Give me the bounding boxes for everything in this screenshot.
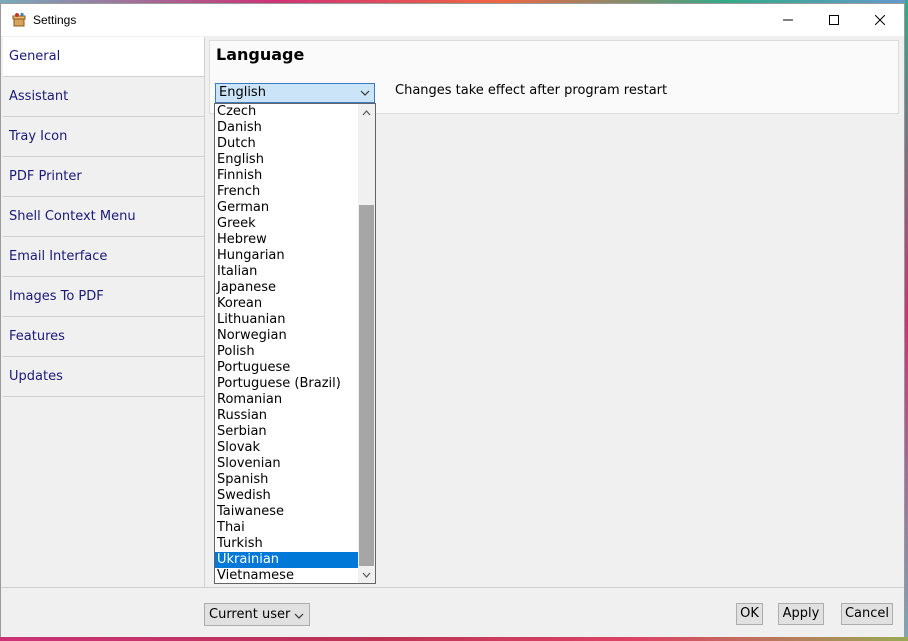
sidebar-item-images-to-pdf[interactable]: Images To PDF: [3, 277, 204, 317]
window-title: Settings: [33, 13, 77, 27]
language-option[interactable]: Japanese: [215, 280, 358, 296]
language-option[interactable]: Taiwanese: [215, 504, 358, 520]
scroll-up-button[interactable]: [358, 104, 375, 121]
language-option[interactable]: Romanian: [215, 392, 358, 408]
language-option[interactable]: Slovenian: [215, 456, 358, 472]
title-bar[interactable]: Settings: [1, 4, 904, 36]
language-option[interactable]: Greek: [215, 216, 358, 232]
sidebar-item-general[interactable]: General: [3, 37, 204, 77]
language-option[interactable]: Serbian: [215, 424, 358, 440]
close-icon: [875, 15, 885, 25]
language-option[interactable]: Polish: [215, 344, 358, 360]
app-logo-icon: [11, 12, 27, 28]
sidebar-item-email-interface[interactable]: Email Interface: [3, 237, 204, 277]
desktop-background-bottom: [0, 637, 908, 641]
language-option[interactable]: Czech: [215, 104, 358, 120]
cancel-button[interactable]: Cancel: [841, 603, 893, 625]
language-option[interactable]: English: [215, 152, 358, 168]
language-option[interactable]: Swedish: [215, 488, 358, 504]
language-option[interactable]: Spanish: [215, 472, 358, 488]
sidebar-item-tray-icon[interactable]: Tray Icon: [3, 117, 204, 157]
sidebar-item-features[interactable]: Features: [3, 317, 204, 357]
language-option[interactable]: Italian: [215, 264, 358, 280]
language-option[interactable]: French: [215, 184, 358, 200]
minimize-button[interactable]: [765, 4, 811, 36]
language-option[interactable]: Danish: [215, 120, 358, 136]
language-option[interactable]: Vietnamese: [215, 568, 358, 583]
language-option[interactable]: Norwegian: [215, 328, 358, 344]
scroll-down-button[interactable]: [358, 566, 375, 583]
sidebar-item-shell-context-menu[interactable]: Shell Context Menu: [3, 197, 204, 237]
language-select-value: English: [219, 85, 266, 100]
footer-bar: Current user OK Apply Cancel: [1, 587, 904, 637]
language-options: Czech Danish Dutch English Finnish French Germ…: [215, 104, 358, 583]
close-button[interactable]: [857, 4, 903, 36]
chevron-down-icon: [294, 610, 304, 625]
language-option[interactable]: Korean: [215, 296, 358, 312]
chevron-up-icon: [362, 109, 371, 115]
language-option[interactable]: Portuguese: [215, 360, 358, 376]
scrollbar-thumb[interactable]: [359, 205, 374, 566]
language-option[interactable]: Russian: [215, 408, 358, 424]
language-option[interactable]: Finnish: [215, 168, 358, 184]
language-option[interactable]: Thai: [215, 520, 358, 536]
language-select[interactable]: English: [215, 83, 375, 103]
language-option[interactable]: Dutch: [215, 136, 358, 152]
language-heading: Language: [216, 45, 305, 64]
chevron-down-icon: [362, 572, 371, 578]
sidebar-item-updates[interactable]: Updates: [3, 357, 204, 397]
language-option[interactable]: German: [215, 200, 358, 216]
language-option[interactable]: Turkish: [215, 536, 358, 552]
scope-select[interactable]: Current user: [204, 603, 310, 626]
ok-button[interactable]: OK: [736, 603, 763, 625]
maximize-button[interactable]: [811, 4, 857, 36]
settings-sidebar: General Assistant Tray Icon PDF Printer …: [3, 37, 205, 587]
language-option[interactable]: Lithuanian: [215, 312, 358, 328]
language-option[interactable]: Ukrainian: [215, 552, 358, 568]
sidebar-item-assistant[interactable]: Assistant: [3, 77, 204, 117]
minimize-icon: [783, 19, 793, 21]
language-option[interactable]: Slovak: [215, 440, 358, 456]
scope-select-value: Current user: [209, 607, 291, 622]
maximize-icon: [829, 15, 839, 25]
settings-window: Settings General Assistant Tray Icon PDF…: [0, 3, 905, 637]
apply-button[interactable]: Apply: [778, 603, 824, 625]
dropdown-scrollbar[interactable]: [358, 104, 375, 583]
language-option[interactable]: Hungarian: [215, 248, 358, 264]
chevron-down-icon: [360, 87, 370, 102]
language-option[interactable]: Portuguese (Brazil): [215, 376, 358, 392]
sidebar-item-pdf-printer[interactable]: PDF Printer: [3, 157, 204, 197]
language-dropdown-list: Czech Danish Dutch English Finnish French Germ…: [214, 103, 376, 584]
restart-note: Changes take effect after program restar…: [395, 83, 668, 98]
language-option[interactable]: Hebrew: [215, 232, 358, 248]
